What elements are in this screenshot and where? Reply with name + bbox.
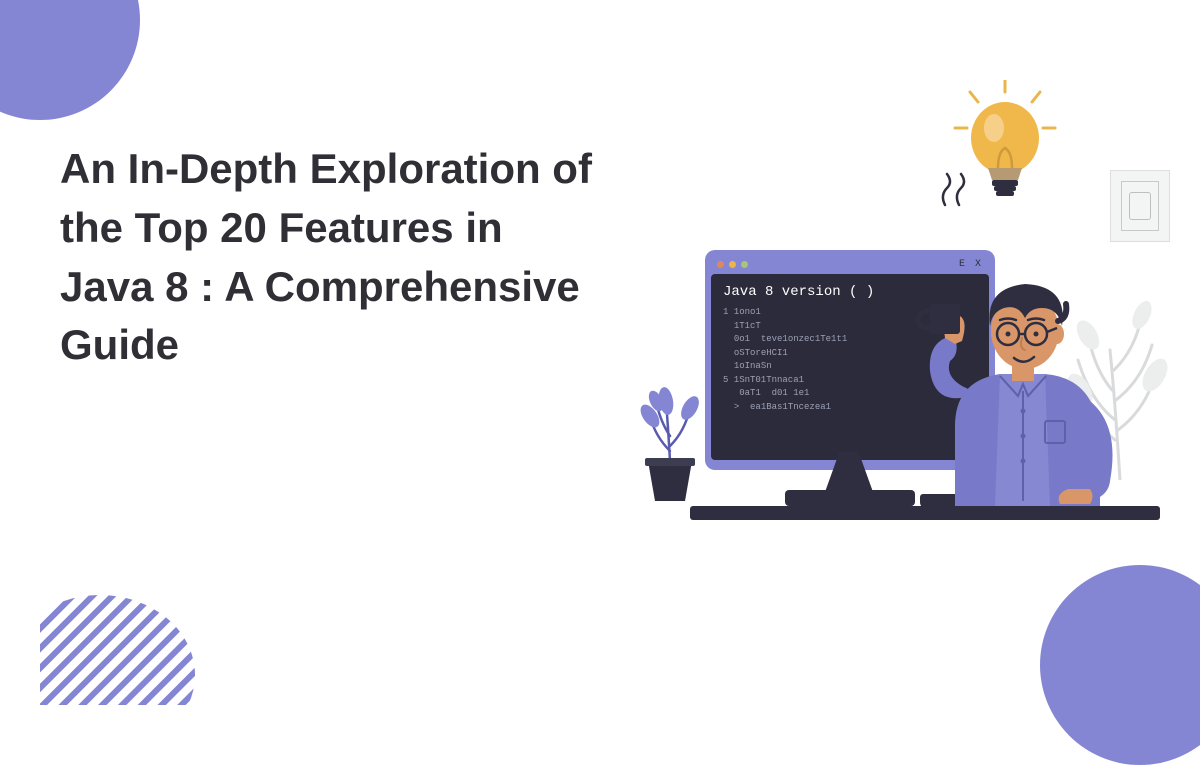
potted-plant-icon bbox=[630, 366, 710, 506]
illustration-scene: E X Java 8 version ( ) 1 1ono1 1T1cT 0o1… bbox=[620, 70, 1180, 610]
diagonal-stripes-decoration bbox=[40, 565, 210, 705]
page-title: An In-Depth Exploration of the Top 20 Fe… bbox=[60, 140, 600, 375]
decorative-blob-top-left bbox=[0, 0, 140, 120]
steam-icon bbox=[935, 170, 975, 210]
window-control-dots bbox=[717, 261, 748, 268]
person-illustration bbox=[900, 226, 1130, 506]
